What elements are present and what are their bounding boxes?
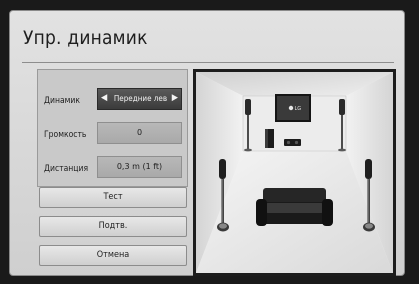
speaker-selector-value: Передние лев [113,94,168,103]
volume-label: Громкость [44,130,87,140]
volume-field[interactable]: 0 [97,122,182,144]
cancel-button[interactable]: Отмена [39,245,187,266]
center-speaker-icon [284,139,301,146]
sofa-icon [256,188,333,226]
tv-logo: LG [295,106,302,112]
dialog-title: Упр. динамик [23,27,148,49]
speaker-setup-dialog: Упр. динамик Динамик ◀ Передние лев ▶ Гр… [9,10,405,276]
confirm-button[interactable]: Подтв. [39,216,187,237]
speaker-selector[interactable]: ◀ Передние лев ▶ [97,88,182,110]
tv-icon: LG [275,94,311,122]
speaker-label: Динамик [44,96,80,106]
title-divider [22,62,394,63]
subwoofer-icon [265,129,274,148]
room-illustration: LG [196,72,393,273]
arrow-left-icon[interactable]: ◀ [101,93,107,103]
arrow-right-icon[interactable]: ▶ [172,93,178,103]
distance-label: Дистанция [44,164,89,174]
distance-field[interactable]: 0,3 m (1 ft) [97,156,182,178]
test-button[interactable]: Тест [39,187,187,208]
room-preview: LG [193,69,396,276]
speaker-settings-panel: Динамик ◀ Передние лев ▶ Громкость 0 Дис… [37,69,188,187]
